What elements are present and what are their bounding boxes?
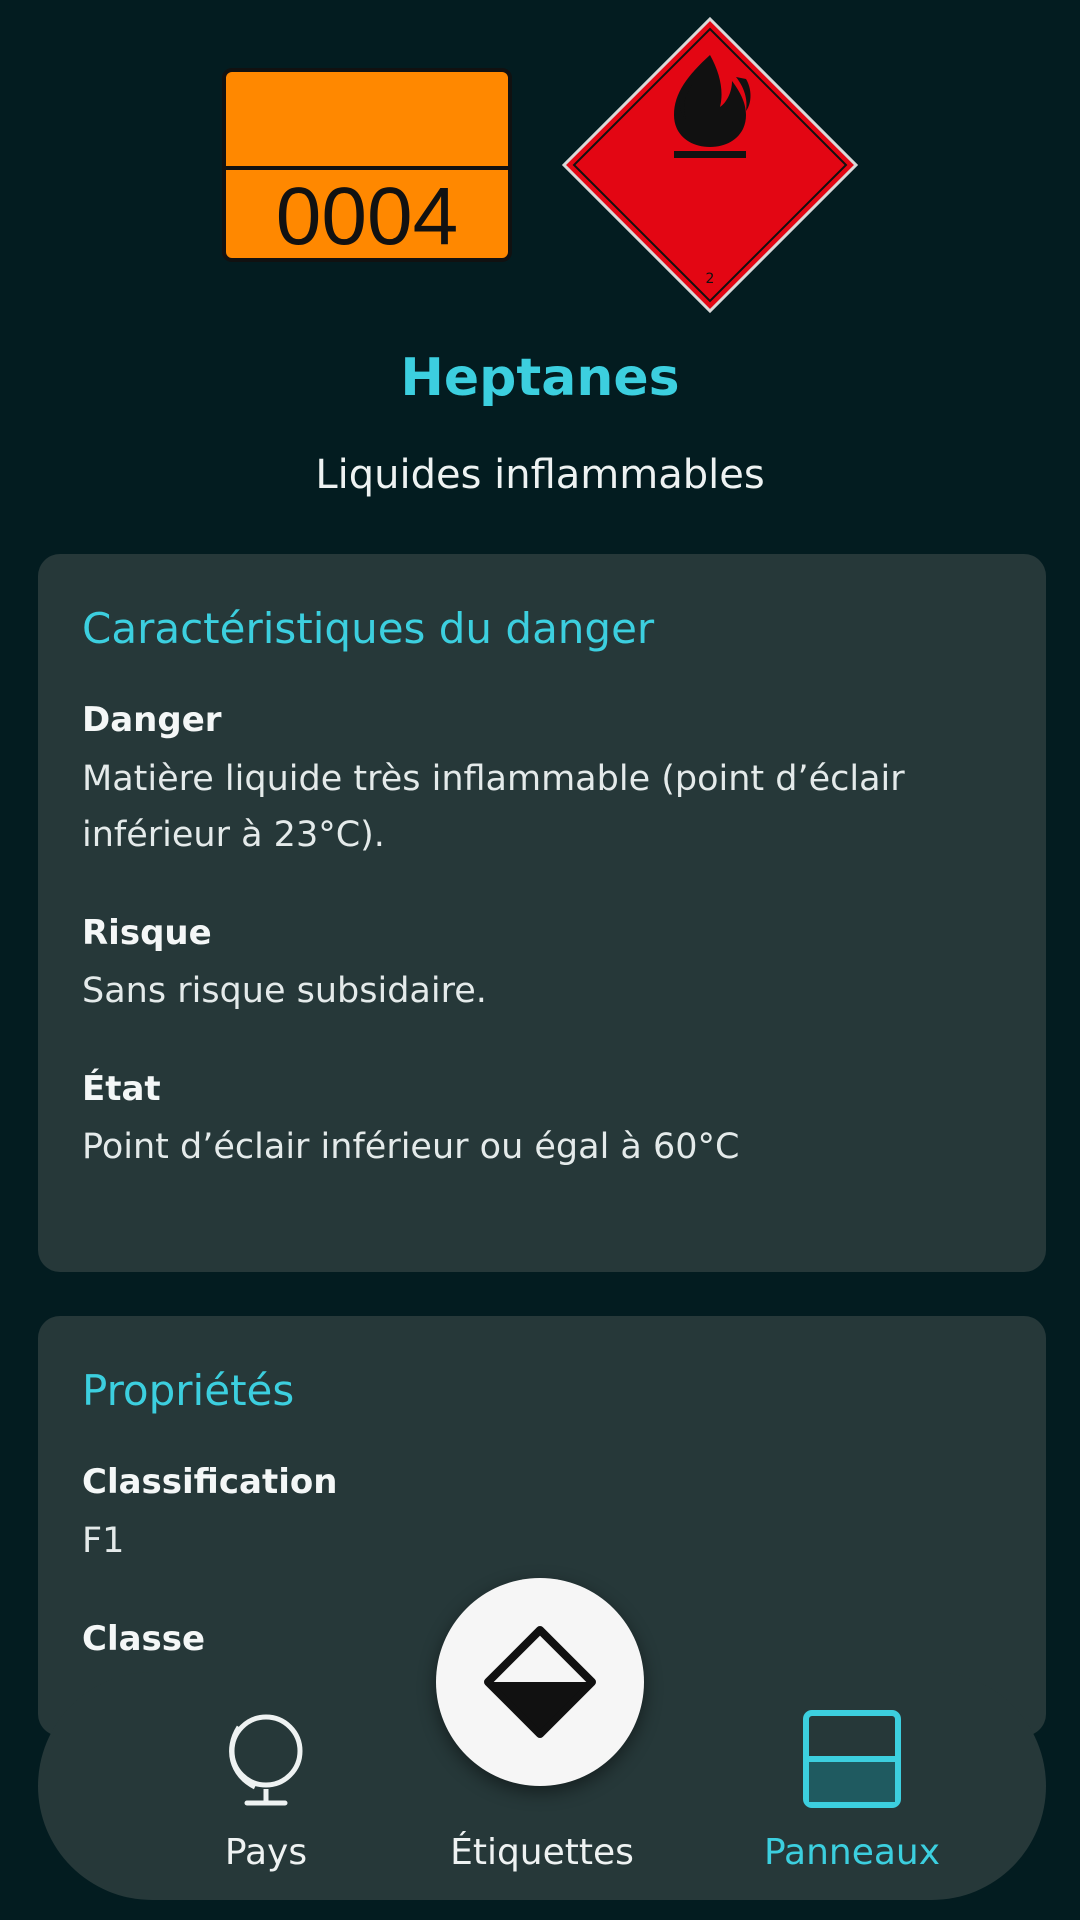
nav-label: Panneaux <box>763 1832 941 1873</box>
nav-item-panneaux[interactable]: Panneaux <box>702 1704 1002 1873</box>
field-classification: Classification F1 <box>82 1460 1002 1568</box>
panel-icon <box>702 1704 1002 1814</box>
field-value: Point d’éclair inférieur ou égal à 60°C <box>82 1126 740 1167</box>
label-diamond-icon <box>484 1626 596 1738</box>
globe-icon <box>116 1704 416 1814</box>
hazard-header: 0004 2 <box>0 0 1080 520</box>
danger-characteristics-card: Caractéristiques du danger Danger Matièr… <box>38 554 1046 1272</box>
nav-label: Pays <box>224 1832 308 1873</box>
nav-label: Étiquettes <box>450 1832 634 1873</box>
field-value: Matière liquide très inflammable (point … <box>82 758 905 855</box>
nav-item-pays[interactable]: Pays <box>116 1704 416 1873</box>
field-value: Sans risque subsidaire. <box>82 970 487 1011</box>
field-label: Danger <box>82 700 222 741</box>
orange-plate-top <box>226 72 508 170</box>
etiquettes-fab-button[interactable] <box>436 1578 644 1786</box>
field-danger: Danger Matière liquide très inflammable … <box>82 698 1002 862</box>
field-label: Risque <box>82 912 212 953</box>
orange-hazard-plate: 0004 <box>222 68 512 262</box>
label-class-number: 2 <box>706 271 715 287</box>
field-value: F1 <box>82 1520 125 1561</box>
field-label: État <box>82 1068 161 1109</box>
substance-category: Liquides inflammables <box>315 452 765 498</box>
field-etat: État Point d’éclair inférieur ou égal à … <box>82 1067 1002 1175</box>
field-label: Classification <box>82 1462 338 1503</box>
flame-diamond-icon: 2 <box>561 16 859 314</box>
flammable-hazard-label: 2 <box>560 15 860 315</box>
substance-name: Heptanes <box>400 348 680 408</box>
card-title: Propriétés <box>82 1366 295 1415</box>
un-number: 0004 <box>275 171 459 262</box>
card-title: Caractéristiques du danger <box>82 604 655 653</box>
field-risque: Risque Sans risque subsidaire. <box>82 911 1002 1019</box>
